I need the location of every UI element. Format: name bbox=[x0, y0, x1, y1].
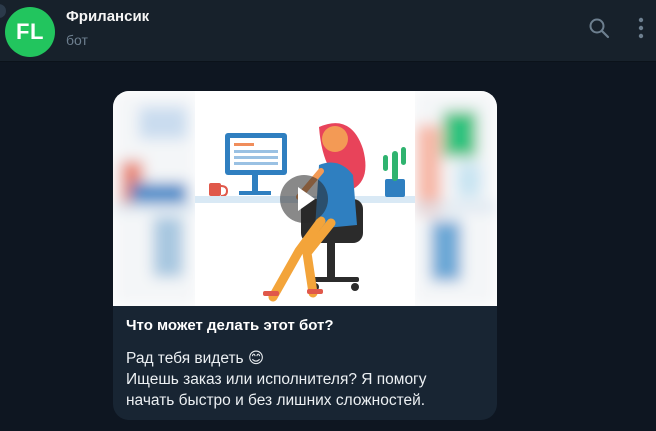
blurred-left-panel bbox=[113, 91, 197, 306]
more-vertical-icon[interactable] bbox=[630, 16, 652, 40]
back-badge[interactable] bbox=[0, 4, 6, 18]
message-line: Ищешь заказ или исполнителя? Я помогу bbox=[126, 371, 427, 388]
message-title: Что может делать этот бот? bbox=[126, 317, 334, 334]
video-preview[interactable] bbox=[113, 91, 497, 306]
search-icon[interactable] bbox=[588, 17, 610, 39]
blurred-right-panel bbox=[413, 91, 497, 306]
video-illustration bbox=[113, 91, 497, 306]
bot-intro-message: Что может делать этот бот? Рад тебя виде… bbox=[113, 91, 497, 420]
message-body: Рад тебя видеть 😊 Ищешь заказ или исполн… bbox=[126, 348, 486, 411]
message-line: Рад тебя видеть 😊 bbox=[126, 350, 265, 367]
message-caption: Что может делать этот бот? Рад тебя виде… bbox=[126, 316, 486, 411]
play-icon[interactable] bbox=[280, 175, 328, 223]
chat-header: FL Фрилансик бот bbox=[0, 0, 656, 62]
avatar[interactable]: FL bbox=[5, 7, 55, 57]
chat-subtitle: бот bbox=[66, 32, 88, 48]
chat-title[interactable]: Фрилансик bbox=[66, 8, 149, 25]
message-line: начать быстро и без лишних сложностей. bbox=[126, 392, 426, 409]
